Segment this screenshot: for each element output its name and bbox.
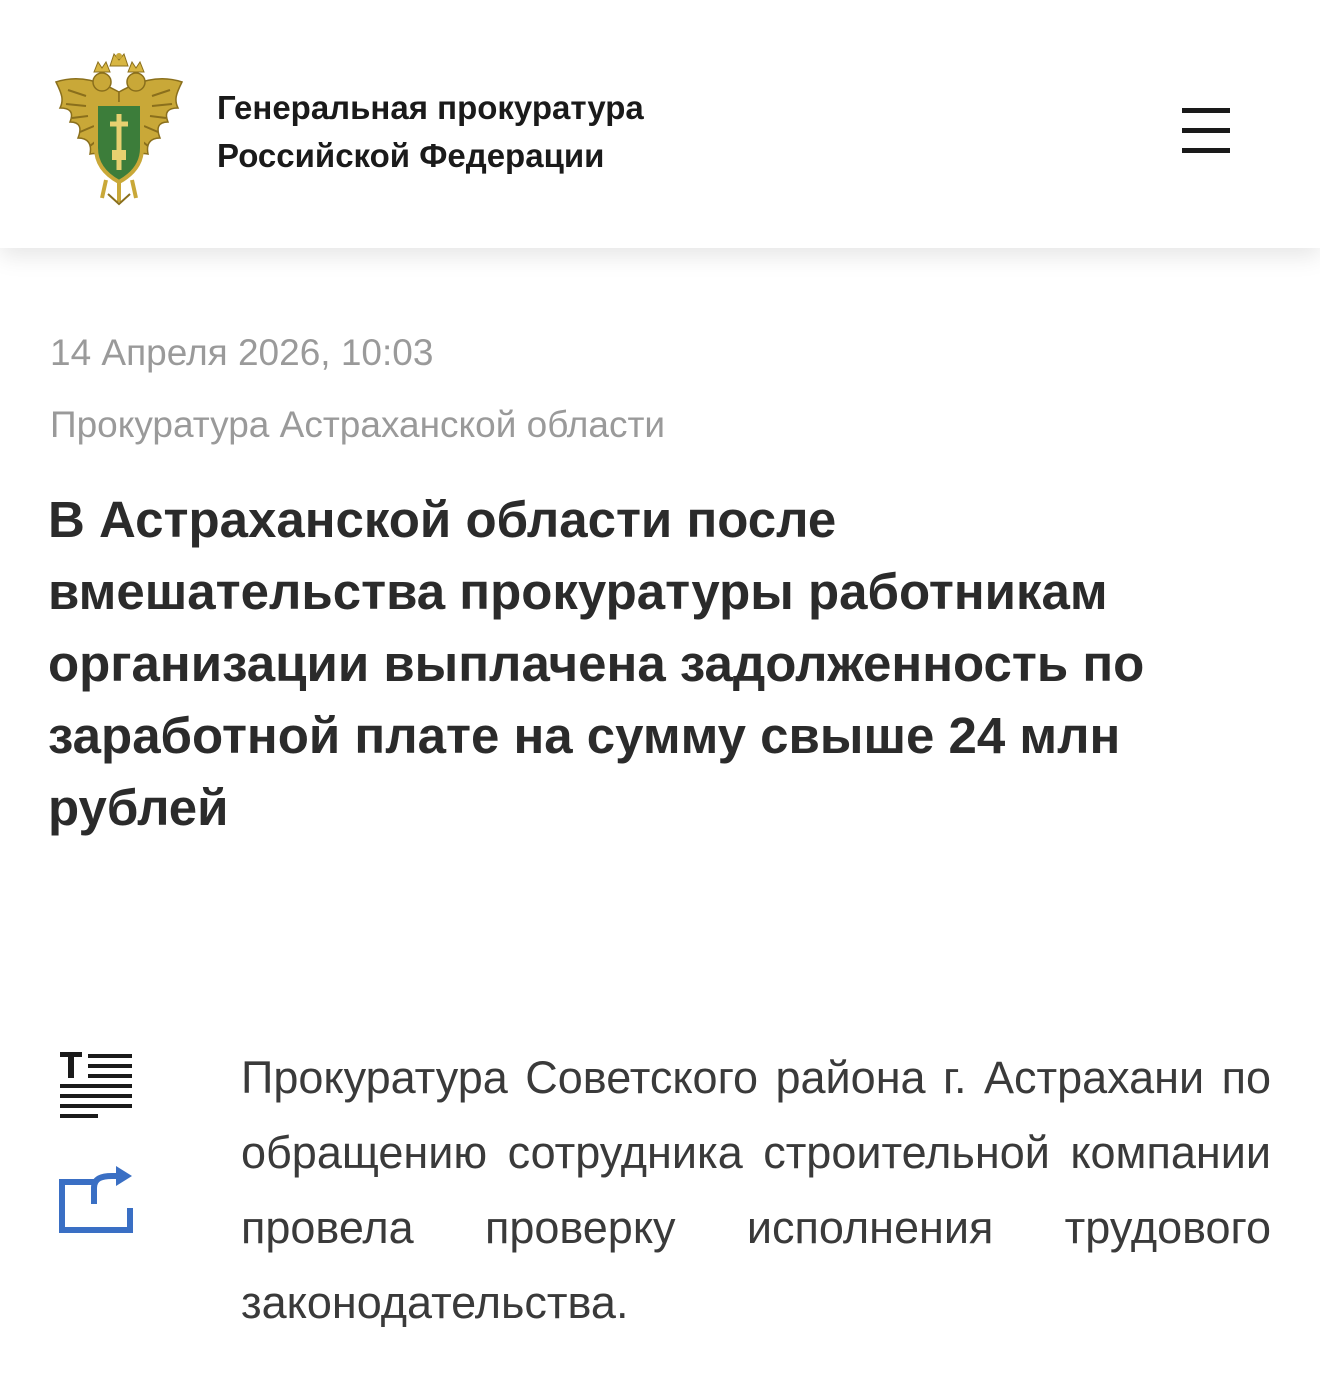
text-size-icon[interactable] xyxy=(58,1050,136,1120)
article-date: 14 Апреля 2026, 10:03 xyxy=(50,332,434,373)
menu-bar xyxy=(1182,128,1230,133)
headline-line: организации выплачена задолженность по xyxy=(48,635,1145,692)
menu-bar xyxy=(1182,108,1230,113)
article-body: Прокуратура Советского района г. Астраха… xyxy=(241,1052,1271,1328)
menu-bar xyxy=(1182,148,1230,153)
headline-line: В Астраханской области после xyxy=(48,491,837,548)
headline-line: заработной плате на сумму свыше 24 млн xyxy=(48,707,1121,764)
org-name-line-1: Генеральная прокуратура xyxy=(217,89,644,126)
article-headline: В Астраханской области после вмешательст… xyxy=(48,484,1268,844)
page: Генеральная прокуратура Российской Федер… xyxy=(0,0,1320,1385)
headline-line: рублей xyxy=(48,779,229,836)
hamburger-menu-icon[interactable] xyxy=(1176,106,1236,156)
share-icon[interactable] xyxy=(56,1164,138,1236)
org-name-line-2: Российской Федерации xyxy=(217,137,605,174)
prosecutor-emblem-icon[interactable] xyxy=(46,52,192,206)
site-header: Генеральная прокуратура Российской Федер… xyxy=(0,0,1320,248)
article-source[interactable]: Прокуратура Астраханской области xyxy=(50,404,665,446)
org-name[interactable]: Генеральная прокуратура Российской Федер… xyxy=(217,84,917,180)
headline-line: вмешательства прокуратуры работникам xyxy=(48,563,1108,620)
